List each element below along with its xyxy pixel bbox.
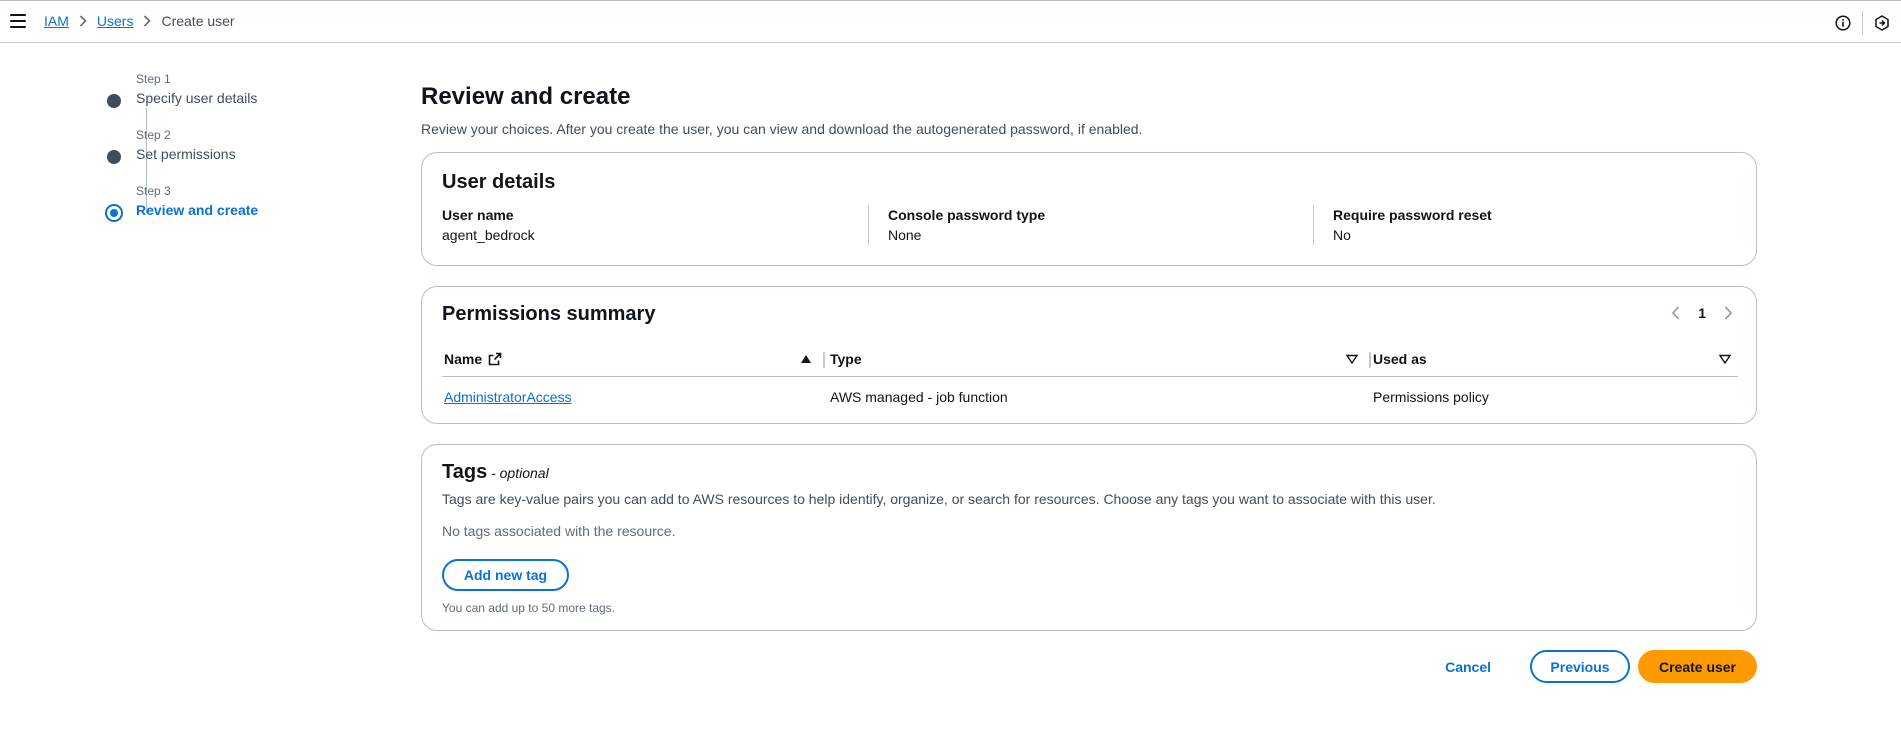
- column-divider: [1313, 205, 1314, 245]
- optional-label: - optional: [487, 465, 549, 481]
- field-label: Console password type: [888, 207, 1046, 223]
- step-label: Specify user details: [136, 90, 258, 106]
- table-header-row: Name Type Used as: [442, 343, 1738, 377]
- policy-name-link[interactable]: AdministratorAccess: [444, 388, 572, 406]
- policy-used-as: Permissions policy: [1373, 389, 1489, 405]
- require-password-reset-field: Require password reset No: [1333, 206, 1492, 246]
- wizard-step-1[interactable]: Step 1 Specify user details: [107, 72, 258, 128]
- add-new-tag-button[interactable]: Add new tag: [442, 559, 569, 591]
- step-label: Review and create: [136, 202, 259, 218]
- tags-title: Tags - optional: [442, 459, 549, 486]
- hexagon-settings-icon[interactable]: [1863, 1, 1901, 44]
- breadcrumb-users-link[interactable]: Users: [97, 13, 134, 29]
- create-user-button[interactable]: Create user: [1638, 650, 1757, 683]
- previous-button[interactable]: Previous: [1530, 650, 1630, 683]
- page-description: Review your choices. After you create th…: [421, 121, 1143, 137]
- tags-description: Tags are key-value pairs you can add to …: [442, 491, 1436, 507]
- column-resizer[interactable]: [1369, 352, 1371, 368]
- table-row: AdministratorAccess AWS managed - job fu…: [442, 377, 1738, 417]
- breadcrumb-iam-link[interactable]: IAM: [44, 13, 69, 29]
- main-content: Review and create Review your choices. A…: [421, 80, 1757, 683]
- user-details-card: User details User name agent_bedrock Con…: [421, 152, 1757, 266]
- column-header-used-as[interactable]: Used as: [1373, 351, 1427, 367]
- hamburger-icon[interactable]: [10, 14, 26, 28]
- console-password-type-field: Console password type None: [888, 206, 1045, 246]
- page-title: Review and create: [421, 83, 631, 110]
- step-label: Set permissions: [136, 146, 236, 162]
- field-label: Require password reset: [1333, 207, 1492, 223]
- step-current-indicator-icon: [105, 204, 123, 222]
- tags-title-text: Tags: [442, 461, 488, 483]
- column-header-type[interactable]: Type: [830, 351, 862, 367]
- top-utility-icons: [1824, 1, 1901, 44]
- chevron-right-icon[interactable]: [1720, 305, 1736, 321]
- wizard-step-2[interactable]: Step 2 Set permissions: [107, 128, 258, 184]
- tags-empty-message: No tags associated with the resource.: [442, 523, 676, 539]
- chevron-left-icon[interactable]: [1668, 305, 1684, 321]
- step-number: Step 2: [136, 128, 171, 142]
- permissions-table: Name Type Used as AdministratorAccess AW…: [442, 343, 1738, 417]
- user-name-field: User name agent_bedrock: [442, 206, 535, 246]
- tags-card: Tags - optional Tags are key-value pairs…: [421, 444, 1757, 631]
- permissions-summary-card: Permissions summary 1 Name Type Used as …: [421, 286, 1757, 424]
- page-number[interactable]: 1: [1698, 305, 1706, 321]
- step-indicator-icon: [107, 150, 121, 164]
- top-navigation-bar: IAM Users Create user: [0, 0, 1901, 43]
- column-resizer[interactable]: [823, 352, 825, 368]
- field-value: agent_bedrock: [442, 227, 535, 243]
- chevron-right-icon: [143, 15, 152, 27]
- cancel-button[interactable]: Cancel: [1429, 650, 1507, 684]
- column-header-name[interactable]: Name: [444, 351, 502, 367]
- step-indicator-icon: [107, 94, 121, 108]
- sort-icon[interactable]: [1718, 352, 1732, 366]
- tags-hint: You can add up to 50 more tags.: [442, 601, 616, 615]
- column-divider: [868, 205, 869, 245]
- breadcrumb: IAM Users Create user: [44, 13, 235, 29]
- sort-icon[interactable]: [1345, 352, 1359, 366]
- policy-type: AWS managed - job function: [830, 389, 1008, 405]
- field-value: No: [1333, 227, 1351, 243]
- column-header-label: Used as: [1373, 351, 1427, 367]
- chevron-right-icon: [79, 15, 87, 27]
- field-label: User name: [442, 207, 514, 223]
- wizard-steps: Step 1 Specify user details Step 2 Set p…: [105, 72, 259, 240]
- step-number: Step 1: [136, 72, 171, 86]
- wizard-actions: Cancel Previous Create user: [421, 650, 1757, 684]
- wizard-step-3: Step 3 Review and create: [105, 184, 259, 240]
- field-value: None: [888, 227, 922, 243]
- sort-ascending-icon[interactable]: [799, 352, 813, 366]
- info-icon[interactable]: [1824, 1, 1862, 44]
- breadcrumb-current: Create user: [161, 13, 235, 29]
- permissions-summary-title: Permissions summary: [442, 303, 656, 325]
- column-header-label: Type: [830, 351, 862, 367]
- external-link-icon: [488, 352, 502, 366]
- column-header-label: Name: [444, 351, 483, 367]
- step-number: Step 3: [136, 184, 171, 198]
- pagination: 1: [1668, 305, 1736, 321]
- user-details-title: User details: [442, 171, 556, 193]
